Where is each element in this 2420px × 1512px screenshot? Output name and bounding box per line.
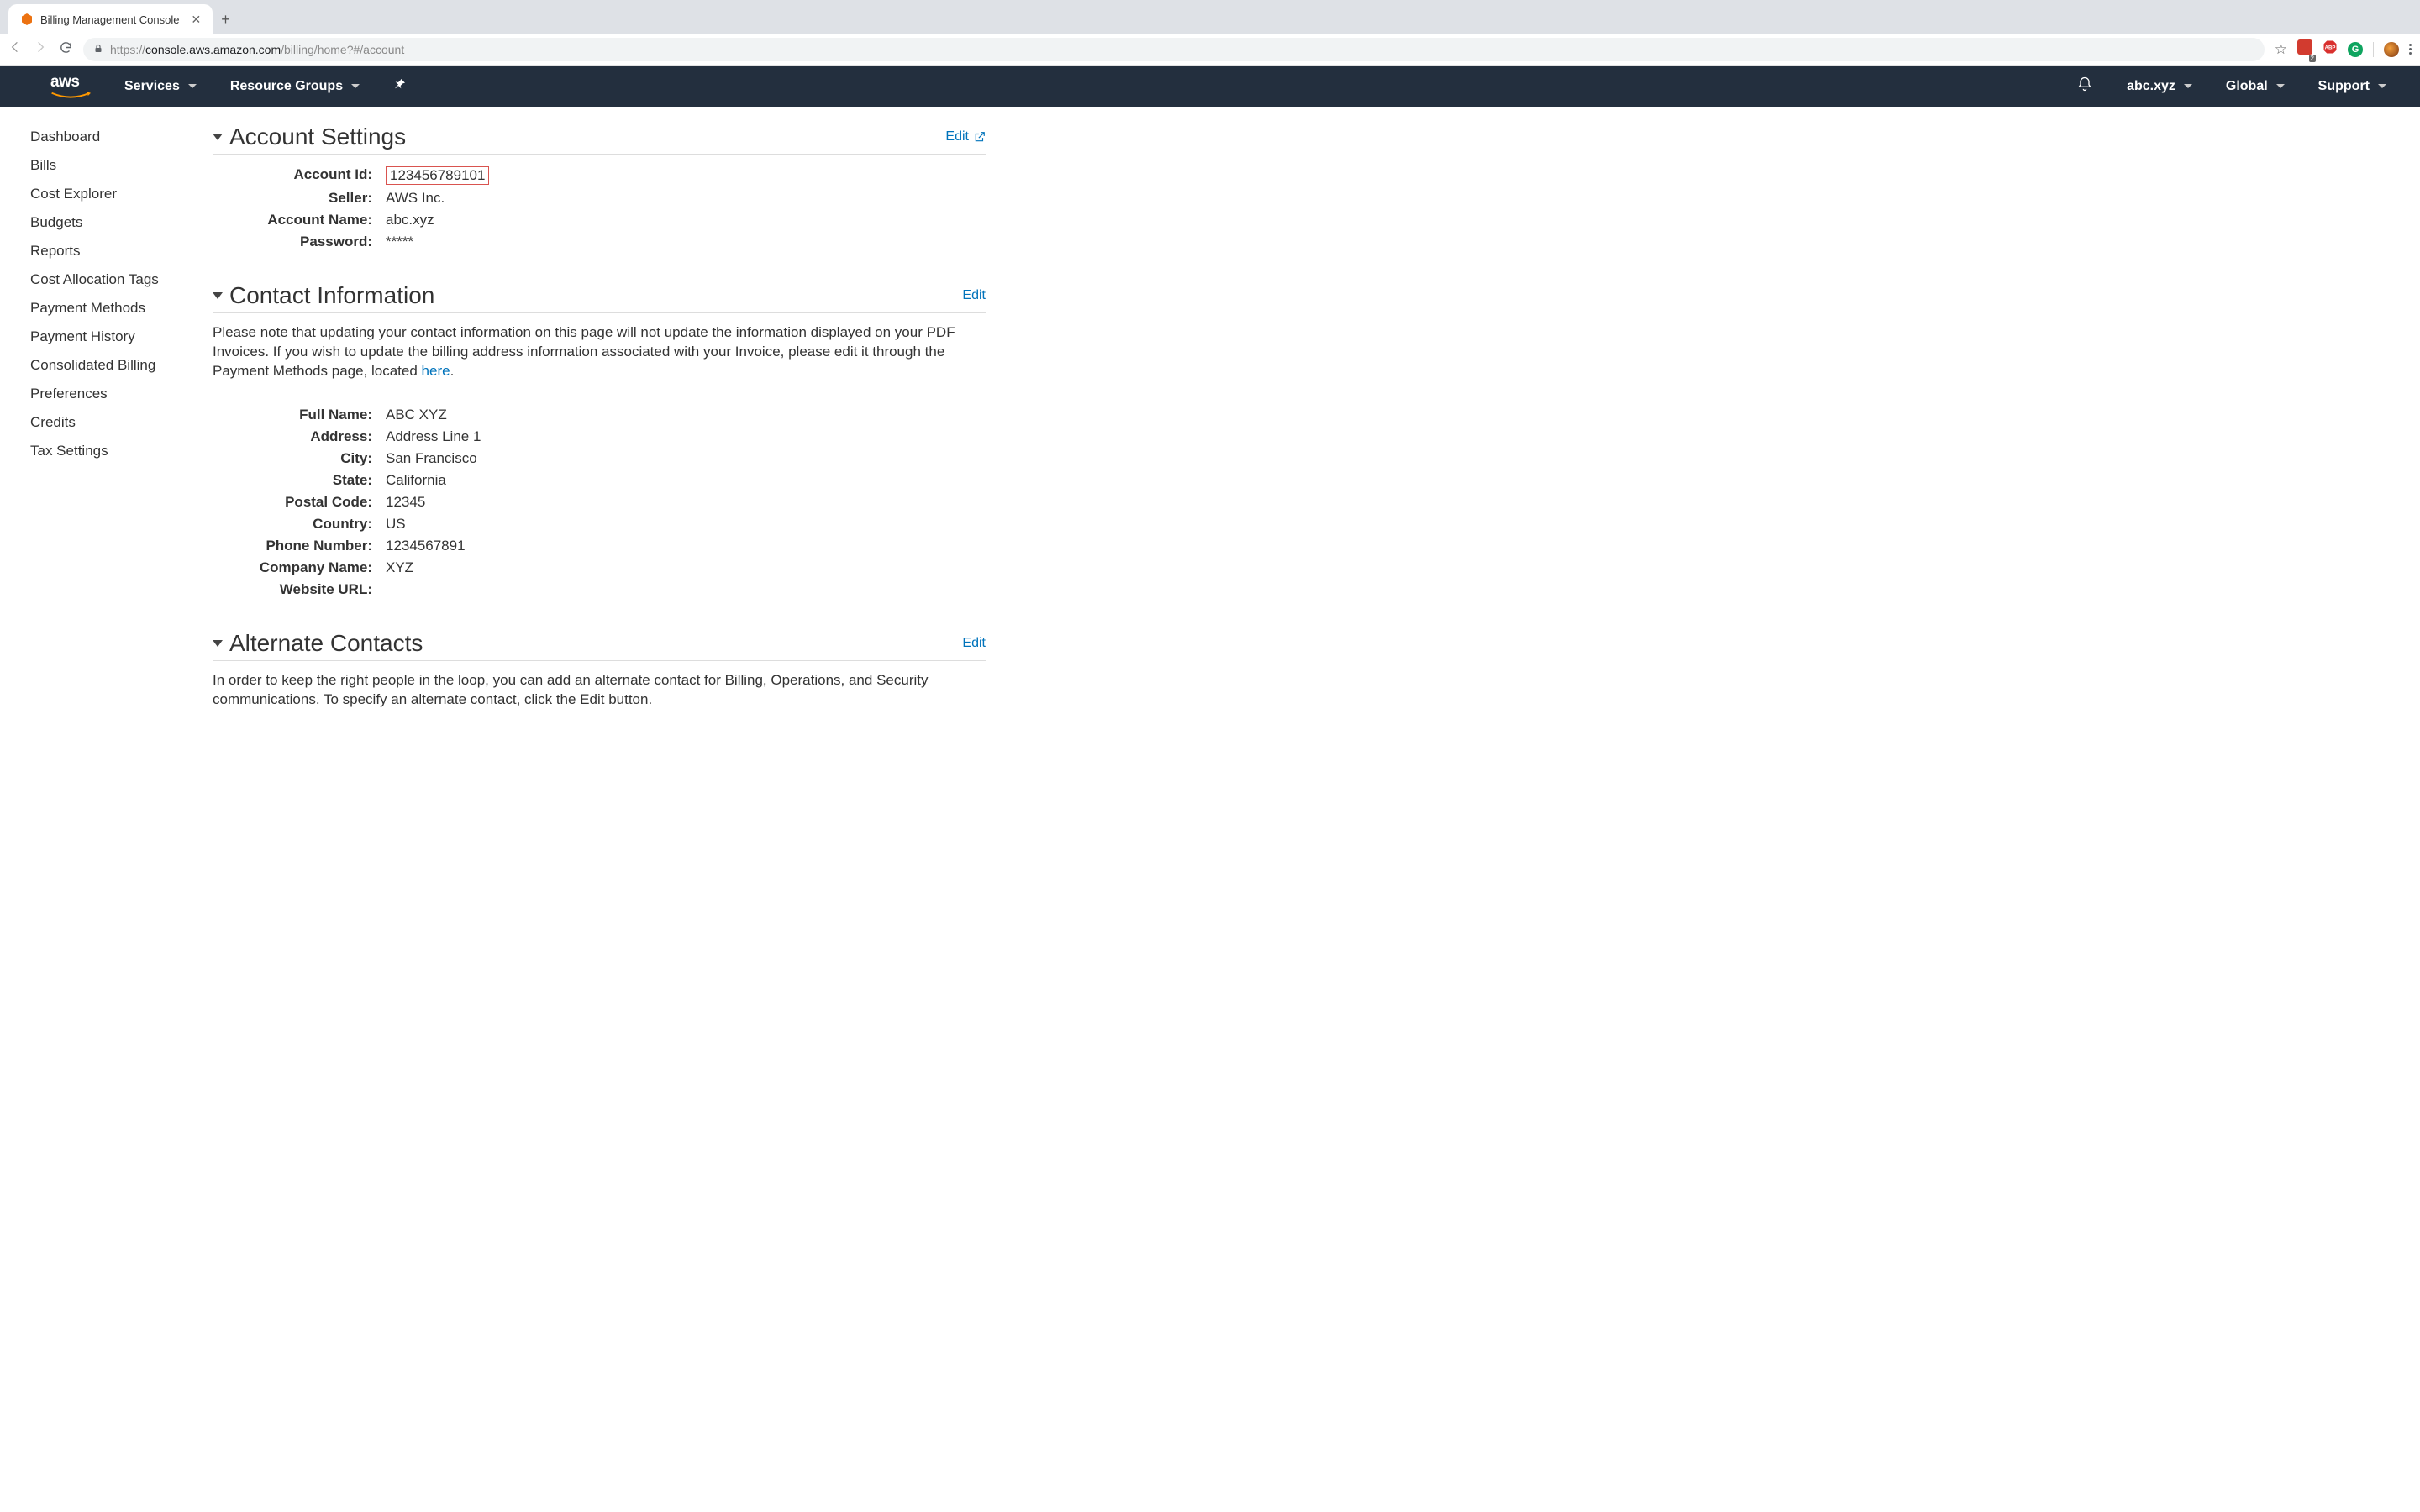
value-country: US — [386, 516, 986, 533]
lock-icon — [93, 43, 103, 56]
chevron-down-icon — [188, 84, 197, 88]
contact-note: Please note that updating your contact i… — [213, 323, 986, 381]
tab-title: Billing Management Console — [40, 13, 179, 26]
sidebar-item-consolidated-billing[interactable]: Consolidated Billing — [30, 357, 213, 374]
sidebar-item-dashboard[interactable]: Dashboard — [30, 129, 213, 145]
sidebar-item-reports[interactable]: Reports — [30, 243, 213, 260]
grammarly-icon[interactable]: G — [2348, 42, 2363, 57]
collapse-caret-icon — [213, 640, 223, 647]
aws-header: aws Services Resource Groups abc.xyz Glo… — [0, 66, 2420, 107]
value-password: ***** — [386, 234, 986, 250]
extension-icons: 2 ABP G — [2297, 39, 2412, 59]
nav-arrows — [8, 40, 73, 59]
browser-chrome: Billing Management Console ✕ + https://c… — [0, 0, 2420, 66]
account-menu[interactable]: abc.xyz — [2127, 79, 2192, 94]
sidebar-item-budgets[interactable]: Budgets — [30, 214, 213, 231]
value-account-name: abc.xyz — [386, 212, 986, 228]
adblock-icon[interactable]: ABP — [2323, 39, 2338, 59]
svg-text:ABP: ABP — [2325, 45, 2336, 50]
collapse-caret-icon — [213, 292, 223, 299]
label-full-name: Full Name: — [213, 407, 372, 423]
collapse-caret-icon — [213, 134, 223, 140]
account-fields: Account Id: 123456789101 Seller: AWS Inc… — [213, 166, 986, 250]
browser-menu-icon[interactable] — [2409, 44, 2412, 55]
aws-favicon-icon — [20, 13, 34, 26]
label-website: Website URL: — [213, 581, 372, 598]
pin-icon[interactable] — [393, 77, 407, 95]
external-link-icon — [974, 131, 986, 143]
sidebar-item-bills[interactable]: Bills — [30, 157, 213, 174]
services-menu[interactable]: Services — [124, 79, 197, 94]
page-body: Dashboard Bills Cost Explorer Budgets Re… — [0, 107, 2420, 775]
browser-tab[interactable]: Billing Management Console ✕ — [8, 4, 213, 34]
alternate-note: In order to keep the right people in the… — [213, 671, 986, 710]
sidebar-item-preferences[interactable]: Preferences — [30, 386, 213, 402]
label-state: State: — [213, 472, 372, 489]
value-company: XYZ — [386, 559, 986, 576]
sidebar-item-cost-allocation-tags[interactable]: Cost Allocation Tags — [30, 271, 213, 288]
label-account-name: Account Name: — [213, 212, 372, 228]
bookmark-star-icon[interactable]: ☆ — [2275, 41, 2287, 58]
value-account-id: 123456789101 — [386, 166, 986, 185]
label-postal: Postal Code: — [213, 494, 372, 511]
url-text: https://console.aws.amazon.com/billing/h… — [110, 43, 404, 56]
sidebar-item-payment-history[interactable]: Payment History — [30, 328, 213, 345]
value-postal: 12345 — [386, 494, 986, 511]
section-account-settings: Account Settings Edit Account Id: 123456… — [213, 123, 986, 250]
label-phone: Phone Number: — [213, 538, 372, 554]
label-password: Password: — [213, 234, 372, 250]
label-company: Company Name: — [213, 559, 372, 576]
main-content: Account Settings Edit Account Id: 123456… — [213, 107, 1019, 775]
section-title[interactable]: Account Settings — [213, 123, 406, 150]
new-tab-button[interactable]: + — [221, 11, 230, 29]
chevron-down-icon — [2184, 84, 2192, 88]
label-account-id: Account Id: — [213, 166, 372, 185]
edit-alternate-link[interactable]: Edit — [962, 636, 986, 651]
value-address: Address Line 1 — [386, 428, 986, 445]
chevron-down-icon — [2378, 84, 2386, 88]
sidebar: Dashboard Bills Cost Explorer Budgets Re… — [0, 107, 213, 775]
section-header: Contact Information Edit — [213, 282, 986, 313]
value-city: San Francisco — [386, 450, 986, 467]
sidebar-item-cost-explorer[interactable]: Cost Explorer — [30, 186, 213, 202]
sidebar-item-payment-methods[interactable]: Payment Methods — [30, 300, 213, 317]
region-menu[interactable]: Global — [2226, 79, 2285, 94]
resource-groups-menu[interactable]: Resource Groups — [230, 79, 360, 94]
sidebar-item-credits[interactable]: Credits — [30, 414, 213, 431]
label-country: Country: — [213, 516, 372, 533]
aws-logo[interactable]: aws — [50, 73, 91, 100]
edit-account-link[interactable]: Edit — [945, 129, 986, 144]
label-seller: Seller: — [213, 190, 372, 207]
contact-fields: Full Name: ABC XYZ Address: Address Line… — [213, 407, 986, 598]
section-title[interactable]: Alternate Contacts — [213, 630, 423, 657]
back-button[interactable] — [8, 40, 22, 58]
section-alternate-contacts: Alternate Contacts Edit In order to keep… — [213, 630, 986, 710]
profile-avatar-icon[interactable] — [2384, 42, 2399, 57]
section-contact-information: Contact Information Edit Please note tha… — [213, 282, 986, 598]
sidebar-item-tax-settings[interactable]: Tax Settings — [30, 443, 213, 459]
section-title[interactable]: Contact Information — [213, 282, 434, 309]
value-phone: 1234567891 — [386, 538, 986, 554]
reload-button[interactable] — [59, 40, 73, 59]
value-seller: AWS Inc. — [386, 190, 986, 207]
extension-1-icon[interactable]: 2 — [2297, 39, 2312, 59]
section-header: Alternate Contacts Edit — [213, 630, 986, 661]
address-row: https://console.aws.amazon.com/billing/h… — [0, 34, 2420, 66]
payment-methods-here-link[interactable]: here — [422, 363, 450, 379]
chevron-down-icon — [351, 84, 360, 88]
forward-button[interactable] — [34, 40, 47, 58]
close-icon[interactable]: ✕ — [191, 13, 201, 27]
label-address: Address: — [213, 428, 372, 445]
value-full-name: ABC XYZ — [386, 407, 986, 423]
tab-bar: Billing Management Console ✕ + — [0, 0, 2420, 34]
support-menu[interactable]: Support — [2318, 79, 2386, 94]
edit-contact-link[interactable]: Edit — [962, 288, 986, 303]
value-state: California — [386, 472, 986, 489]
label-city: City: — [213, 450, 372, 467]
notifications-icon[interactable] — [2076, 76, 2093, 97]
address-bar[interactable]: https://console.aws.amazon.com/billing/h… — [83, 38, 2265, 61]
value-website — [386, 581, 986, 598]
chevron-down-icon — [2276, 84, 2285, 88]
section-header: Account Settings Edit — [213, 123, 986, 155]
